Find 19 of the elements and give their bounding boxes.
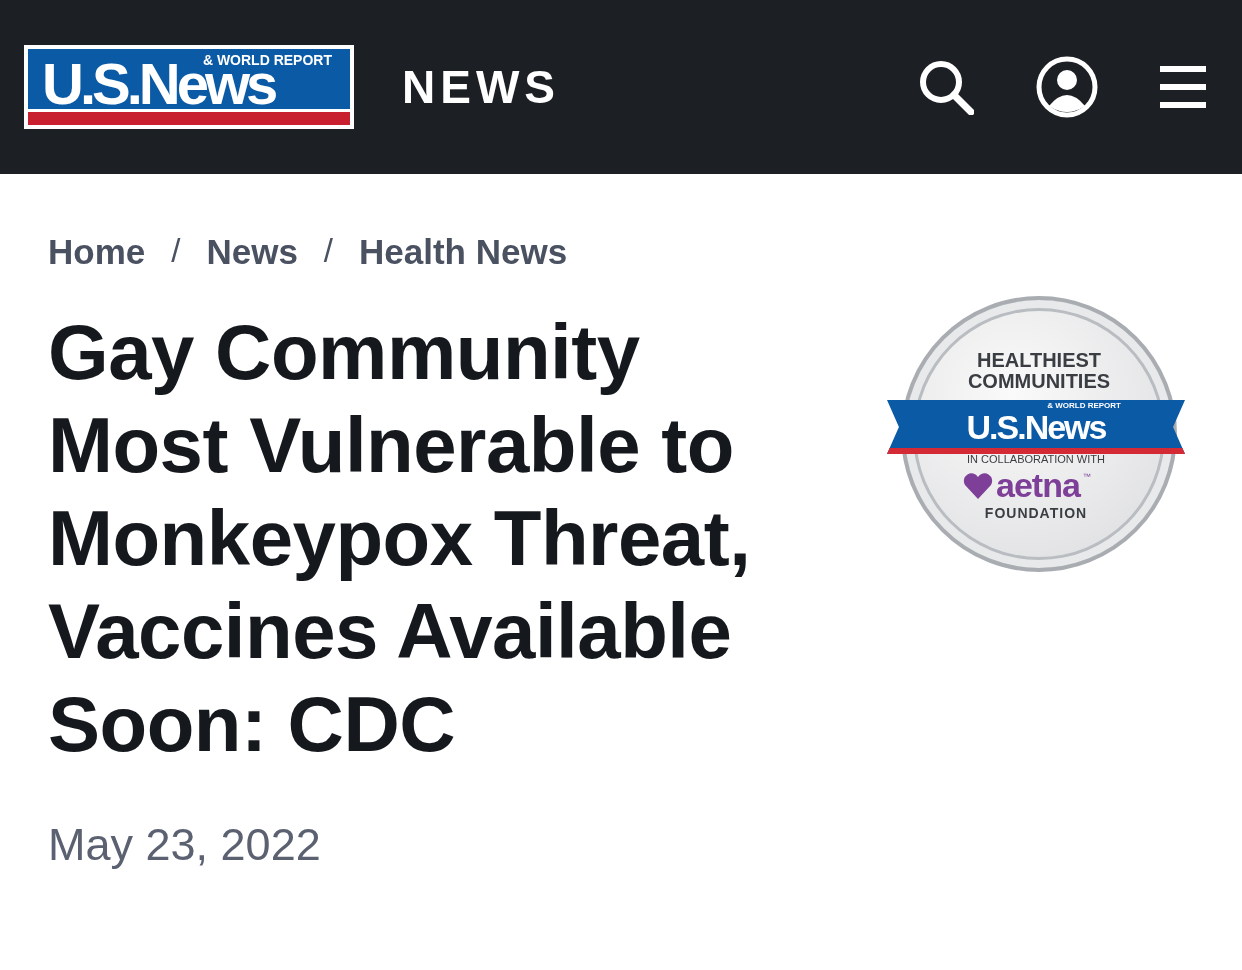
breadcrumb-separator: / [171,232,181,271]
breadcrumb-link[interactable]: News [206,232,298,272]
user-icon[interactable] [1036,56,1098,118]
breadcrumb-link[interactable]: Home [48,232,146,272]
breadcrumb-link[interactable]: Health News [359,232,568,272]
badge-title: HEALTHIEST COMMUNITIES [967,350,1111,392]
badge-collab-text: IN COLLABORATION WITH [966,453,1106,465]
trademark-mark: ™ [1082,472,1091,481]
article-date: May 23, 2022 [48,819,322,871]
search-icon[interactable] [918,59,974,115]
partner-name: aetna [996,466,1080,505]
heart-icon [963,472,993,499]
section-title: NEWS [402,60,560,114]
partner-subtitle: FOUNDATION [983,505,1089,521]
article-headline: Gay Community Most Vulnerable to Monkeypox Threat, Vaccines Available Soon: CDC [48,307,752,770]
ribbon-wordmark: U.S.News [966,410,1106,444]
menu-icon[interactable] [1160,66,1206,108]
ribbon-tagline: & WORLD REPORT [1047,402,1121,410]
breadcrumb-separator: / [323,232,334,271]
